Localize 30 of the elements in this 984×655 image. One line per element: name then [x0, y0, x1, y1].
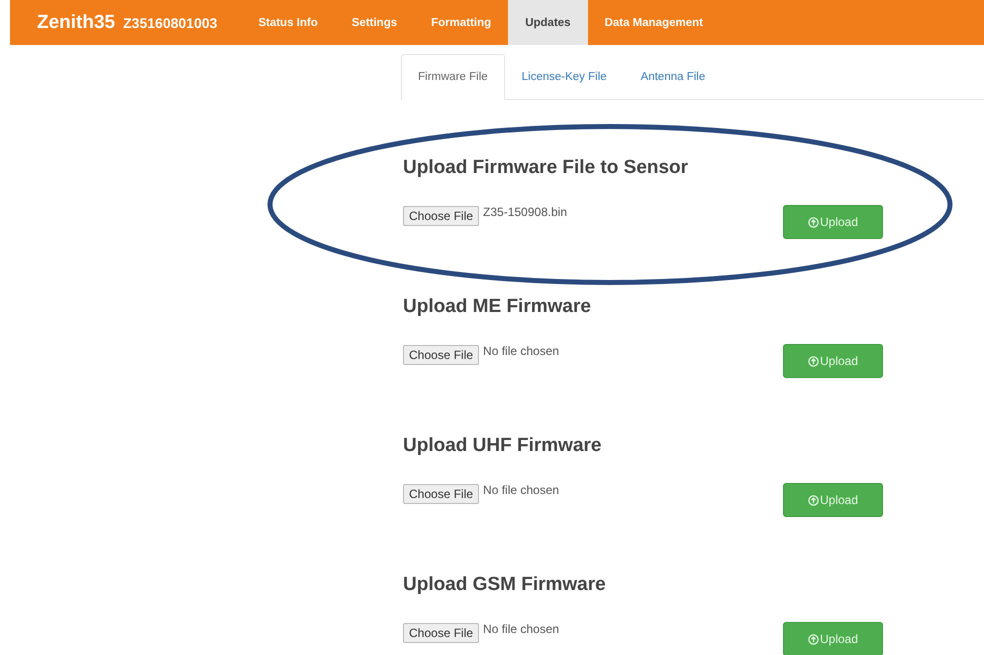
upload-icon [808, 216, 819, 228]
choose-file-button[interactable]: Choose File [403, 206, 480, 226]
upload-button[interactable]: Upload [783, 205, 883, 239]
upload-button[interactable]: Upload [783, 622, 883, 655]
section-heading: Upload UHF Firmware [403, 434, 602, 457]
upload-icon [808, 634, 819, 644]
sub-tab[interactable]: Firmware File [401, 54, 505, 100]
file-name: No file chosen [483, 622, 560, 636]
section-heading: Upload ME Firmware [403, 295, 592, 318]
choose-file-button[interactable]: Choose File [403, 623, 480, 643]
brand-name[interactable]: Zenith35 [37, 12, 116, 34]
sub-tab[interactable]: License-Key File [504, 54, 624, 100]
nav-tab[interactable]: Data Management [588, 0, 720, 45]
choose-file-button[interactable]: Choose File [403, 484, 480, 504]
file-name: No file chosen [483, 483, 560, 497]
nav-tab[interactable]: Updates [508, 0, 588, 45]
nav-tab[interactable]: Status Info [241, 0, 335, 45]
file-name: No file chosen [483, 344, 560, 358]
nav-tab[interactable]: Formatting [414, 0, 508, 45]
section-heading: Upload Firmware File to Sensor [403, 156, 690, 179]
serial-number: Z35160801003 [123, 14, 218, 30]
upload-icon [808, 356, 819, 366]
choose-file-button[interactable]: Choose File [403, 345, 480, 365]
section-heading: Upload GSM Firmware [403, 573, 607, 596]
upload-button[interactable]: Upload [783, 344, 883, 378]
nav-tab[interactable]: Settings [334, 0, 414, 45]
sub-tab[interactable]: Antenna File [624, 54, 722, 100]
upload-icon [808, 494, 819, 506]
file-name: Z35-150908.bin [483, 205, 568, 219]
upload-button[interactable]: Upload [783, 483, 883, 517]
